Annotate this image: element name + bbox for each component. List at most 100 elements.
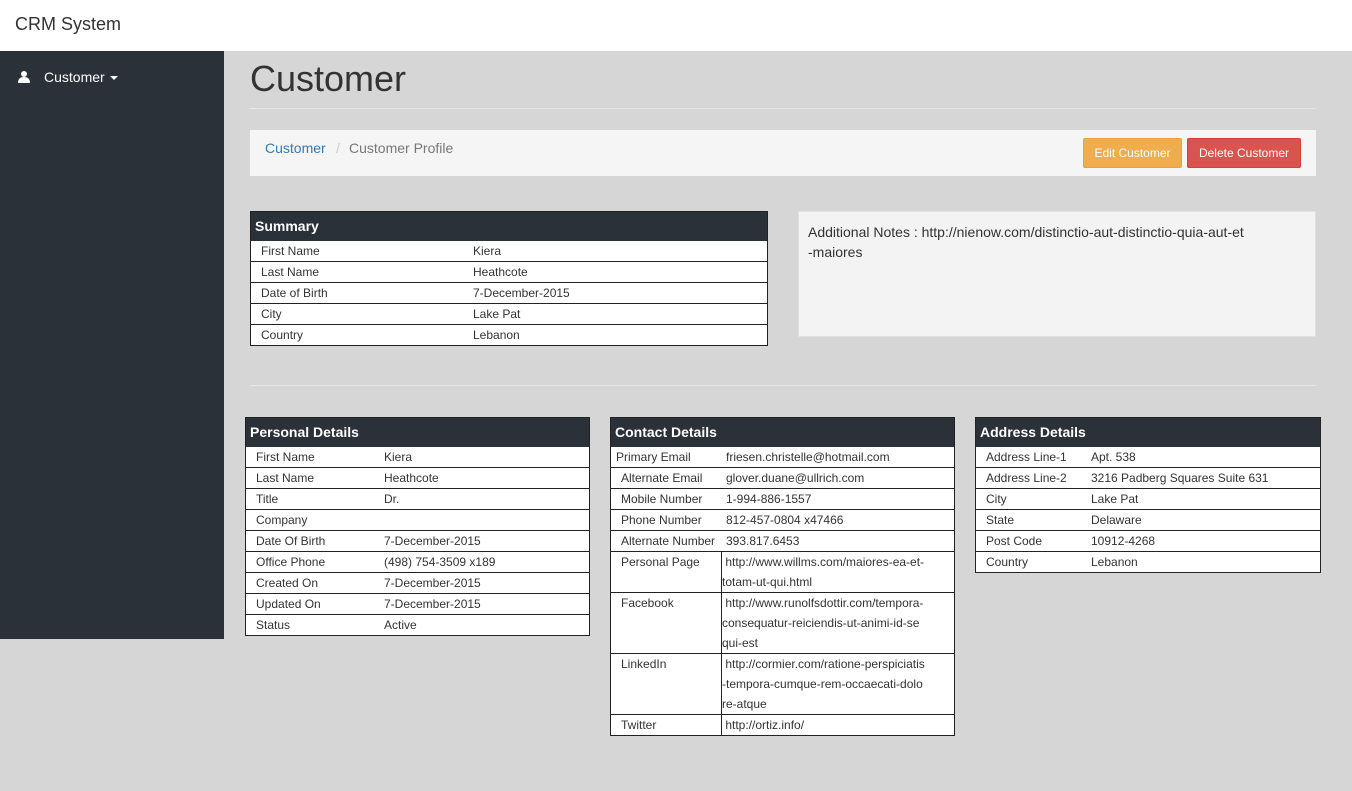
row-value: Kiera: [384, 450, 413, 464]
row-label: Date of Birth: [261, 286, 328, 300]
table-row: State Delaware: [976, 509, 1320, 530]
table-row: Last Name Heathcote: [251, 261, 767, 282]
table-row: Mobile Number 1-994-886-1557: [611, 488, 954, 509]
table-row: Address Line-2 3216 Padberg Squares Suite…: [976, 467, 1320, 488]
row-value: http://www.runolfsdottir.com/tempora-con…: [721, 593, 936, 653]
table-row: Updated On 7-December-2015: [246, 593, 589, 614]
table-row: Personal Page http://www.willms.com/maio…: [611, 551, 954, 592]
row-value: Heathcote: [473, 265, 528, 279]
row-label: Last Name: [261, 265, 320, 279]
row-value: http://www.willms.com/maiores-ea-et-tota…: [721, 552, 936, 592]
sidebar-item-customer[interactable]: Customer: [18, 67, 118, 87]
summary-title: Summary: [251, 212, 767, 241]
row-value: 7-December-2015: [384, 534, 481, 548]
row-label: Last Name: [256, 471, 315, 485]
row-label: LinkedIn: [621, 657, 667, 671]
table-row: City Lake Pat: [251, 303, 767, 324]
row-label: First Name: [261, 244, 320, 258]
row-value: 7-December-2015: [384, 597, 481, 611]
breadcrumb-link-customer[interactable]: Customer: [265, 140, 326, 156]
row-value: 393.817.6453: [726, 534, 800, 548]
table-row: Country Lebanon: [251, 324, 767, 345]
row-label: Country: [986, 555, 1029, 569]
table-row: City Lake Pat: [976, 488, 1320, 509]
row-value: 1-994-886-1557: [726, 492, 812, 506]
row-label: Alternate Number: [621, 534, 716, 548]
personal-details-title: Personal Details: [246, 418, 589, 447]
row-value: 10912-4268: [1091, 534, 1156, 548]
table-row: Company: [246, 509, 589, 530]
row-value: Heathcote: [384, 471, 439, 485]
delete-customer-button[interactable]: Delete Customer: [1187, 138, 1301, 168]
row-label: Company: [256, 513, 308, 527]
row-label: Created On: [256, 576, 319, 590]
app-title[interactable]: CRM System: [15, 14, 121, 35]
top-navbar: CRM System: [0, 0, 1352, 51]
row-value: Lebanon: [1091, 555, 1138, 569]
row-label: First Name: [256, 450, 315, 464]
sidebar-item-label: Customer: [44, 69, 105, 85]
table-row: Country Lebanon: [976, 551, 1320, 572]
divider: [250, 385, 1316, 386]
sidebar: Customer: [0, 51, 224, 639]
row-label: Country: [261, 328, 304, 342]
table-row: Twitter http://ortiz.info/: [611, 714, 954, 735]
row-label: Post Code: [986, 534, 1043, 548]
row-value: [384, 510, 574, 530]
summary-table: First Name Kiera Last Name Heathcote Date of…: [251, 241, 767, 345]
row-value: Delaware: [1091, 513, 1142, 527]
row-value: glover.duane@ullrich.com: [726, 471, 865, 485]
row-value: http://ortiz.info/: [721, 715, 936, 735]
table-row: LinkedIn http://cormier.com/ratione-pers…: [611, 653, 954, 714]
edit-customer-button[interactable]: Edit Customer: [1083, 138, 1182, 168]
address-details-panel: Address Details Address Line-1 Apt. 538 Ad…: [975, 417, 1321, 573]
row-label: Office Phone: [256, 555, 326, 569]
table-row: Office Phone (498) 754-3509 x189: [246, 551, 589, 572]
row-value: Apt. 538: [1091, 450, 1136, 464]
table-row: Title Dr.: [246, 488, 589, 509]
row-label: Primary Email: [616, 450, 691, 464]
table-row: Primary Email friesen.christelle@hotmail.…: [611, 447, 954, 467]
table-row: Created On 7-December-2015: [246, 572, 589, 593]
summary-panel: Summary First Name Kiera Last Name Heathcot…: [250, 211, 768, 346]
row-label: Address Line-1: [986, 450, 1067, 464]
row-value: Lake Pat: [1091, 492, 1139, 506]
table-row: Alternate Email glover.duane@ullrich.com: [611, 467, 954, 488]
row-value: Lake Pat: [473, 307, 521, 321]
page-title: Customer: [250, 58, 407, 99]
personal-details-table: First Name Kiera Last Name Heathcote Title Dr…: [246, 447, 589, 635]
address-details-table: Address Line-1 Apt. 538 Address Line-2 3216…: [976, 447, 1320, 572]
table-row: First Name Kiera: [251, 241, 767, 261]
contact-details-title: Contact Details: [611, 418, 954, 447]
row-value: 812-457-0804 x47466: [726, 513, 844, 527]
table-row: Date of Birth 7-December-2015: [251, 282, 767, 303]
table-row: Date Of Birth 7-December-2015: [246, 530, 589, 551]
row-label: Twitter: [621, 718, 657, 732]
row-value: http://cormier.com/ratione-perspiciatis-…: [721, 654, 936, 714]
caret-down-icon: [109, 76, 118, 80]
row-label: Status: [256, 618, 291, 632]
row-label: Updated On: [256, 597, 321, 611]
address-details-title: Address Details: [976, 418, 1320, 447]
row-value: 3216 Padberg Squares Suite 631: [1091, 471, 1269, 485]
contact-details-table: Primary Email friesen.christelle@hotmail.…: [611, 447, 954, 735]
table-row: Phone Number 812-457-0804 x47466: [611, 509, 954, 530]
table-row: Status Active: [246, 614, 589, 635]
row-value: 7-December-2015: [384, 576, 481, 590]
row-label: Personal Page: [621, 555, 700, 569]
breadcrumb: Customer / Customer Profile Edit Custome…: [250, 130, 1316, 176]
table-row: Last Name Heathcote: [246, 467, 589, 488]
row-value: Active: [384, 618, 417, 632]
row-label: Alternate Email: [621, 471, 703, 485]
breadcrumb-separator: /: [336, 140, 340, 156]
row-value: Kiera: [473, 244, 502, 258]
additional-notes-text: Additional Notes : http://nienow.com/dis…: [808, 224, 1244, 260]
additional-notes: Additional Notes : http://nienow.com/dis…: [798, 211, 1316, 337]
row-value: friesen.christelle@hotmail.com: [726, 450, 890, 464]
row-label: Mobile Number: [621, 492, 703, 506]
row-label: Date Of Birth: [256, 534, 326, 548]
row-label: Facebook: [621, 596, 674, 610]
row-label: State: [986, 513, 1015, 527]
breadcrumb-current: Customer Profile: [349, 140, 454, 156]
row-label: Phone Number: [621, 513, 702, 527]
